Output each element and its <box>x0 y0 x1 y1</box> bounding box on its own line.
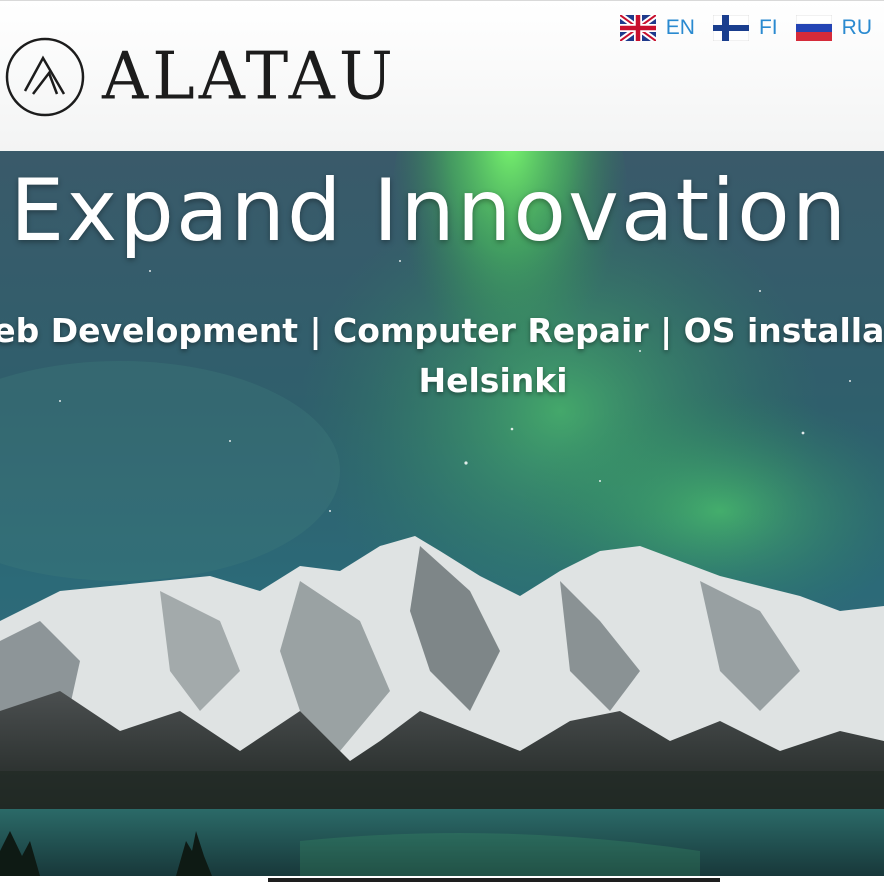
logo-text: ALATAU <box>102 39 397 115</box>
language-fi-label: FI <box>758 16 778 39</box>
language-switcher: EN FI RU <box>619 15 872 41</box>
site-header: ALATAU EN FI RU <box>0 0 884 151</box>
language-ru-link[interactable]: RU <box>795 15 872 41</box>
site-logo[interactable]: ALATAU <box>4 35 397 119</box>
hero-banner: Expand Innovation Web Development | Comp… <box>0 151 884 876</box>
section-divider <box>268 878 720 882</box>
hero-city-text: Helsinki <box>418 361 568 400</box>
triangle-circle-logo-icon <box>5 37 85 117</box>
language-fi-link[interactable]: FI <box>712 15 778 41</box>
language-en-label: EN <box>665 16 695 39</box>
uk-flag-icon <box>619 15 656 41</box>
language-en-link[interactable]: EN <box>619 15 695 41</box>
hero-services-text: Web Development | Computer Repair | OS i… <box>0 311 884 350</box>
hero-title: Expand Innovation <box>10 161 849 261</box>
russia-flag-icon <box>795 15 832 41</box>
finland-flag-icon <box>712 15 749 41</box>
language-ru-label: RU <box>841 16 872 39</box>
